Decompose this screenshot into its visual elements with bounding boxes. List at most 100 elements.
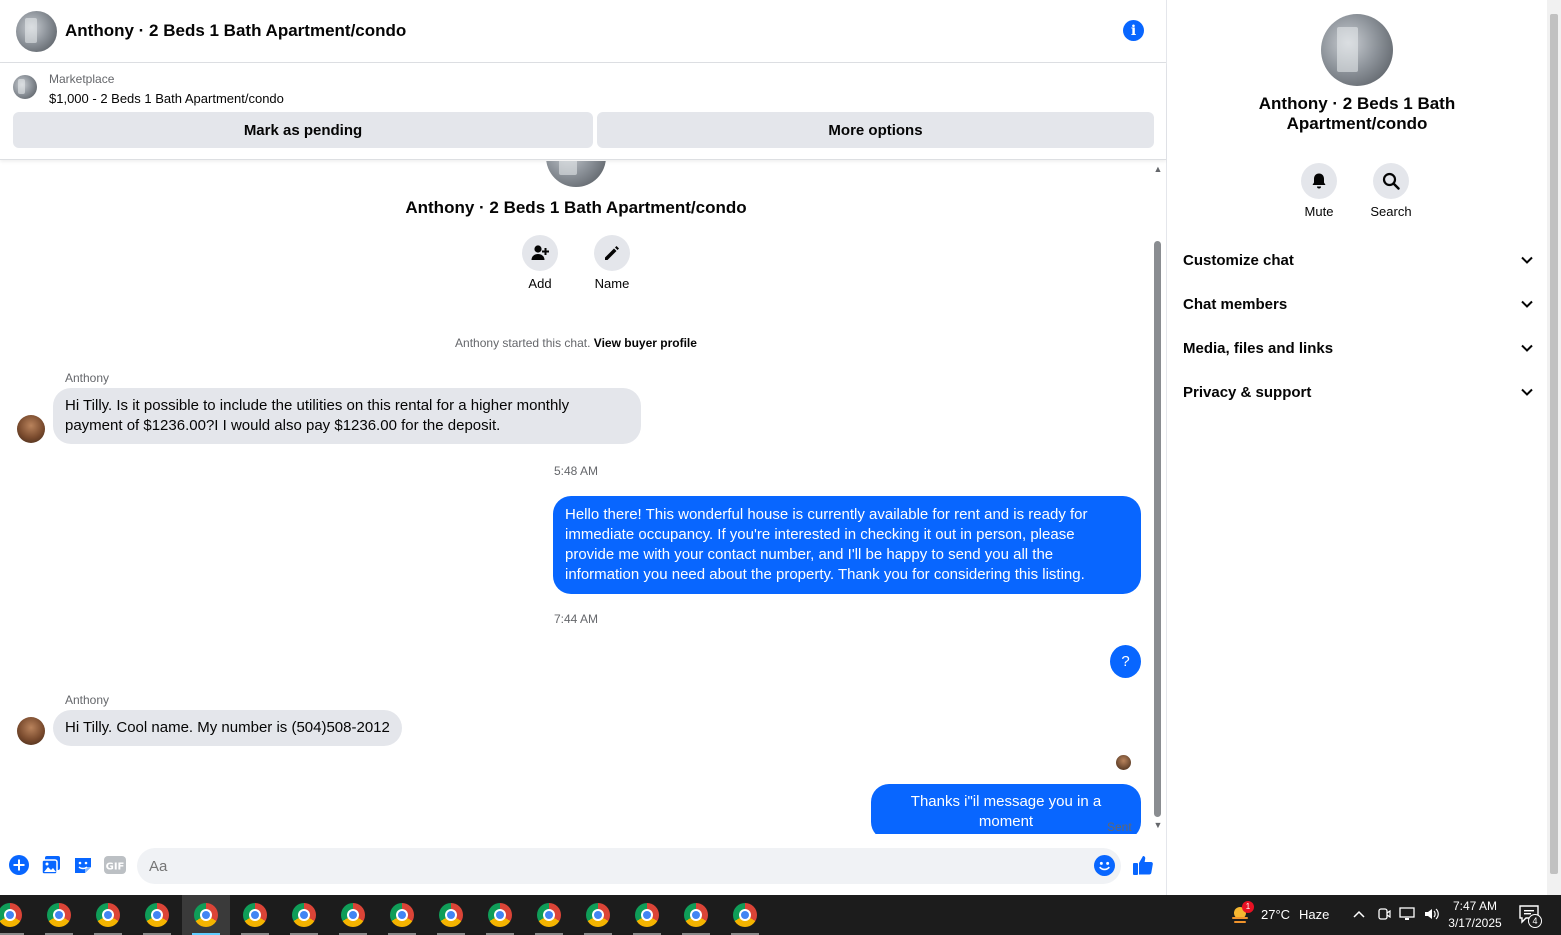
taskbar-chrome[interactable]: [329, 895, 377, 935]
edit-name-button[interactable]: [594, 235, 630, 271]
weather-badge: 1: [1242, 901, 1254, 913]
taskbar-chrome[interactable]: [476, 895, 524, 935]
emoji-icon[interactable]: [1093, 854, 1115, 876]
section-media-files-links[interactable]: Media, files and links: [1183, 336, 1533, 360]
notification-center-icon[interactable]: 4: [1518, 904, 1542, 928]
chrome-icon: [586, 903, 610, 927]
chrome-icon: [341, 903, 365, 927]
taskbar-chrome[interactable]: [280, 895, 328, 935]
chrome-icon: [292, 903, 316, 927]
taskbar-chrome[interactable]: [574, 895, 622, 935]
message-input[interactable]: [137, 848, 1121, 884]
chevron-up-icon[interactable]: [1352, 907, 1366, 926]
section-label: Chat members: [1183, 295, 1288, 313]
incoming-message[interactable]: Hi Tilly. Is it possible to include the …: [53, 388, 641, 444]
incoming-message[interactable]: Hi Tilly. Cool name. My number is (504)5…: [53, 710, 402, 746]
search-icon: [1382, 172, 1400, 190]
taskbar-chrome[interactable]: [525, 895, 573, 935]
composer-bar: GIF: [0, 840, 1166, 892]
clock-date[interactable]: 3/17/2025: [1445, 916, 1505, 930]
chevron-down-icon: [1521, 344, 1533, 352]
seen-by-avatar: [1116, 755, 1131, 770]
network-icon[interactable]: [1399, 906, 1417, 927]
add-people-button[interactable]: [522, 235, 558, 271]
listing-thumbnail[interactable]: [13, 75, 37, 99]
weather-icon[interactable]: 1: [1228, 901, 1254, 927]
message-line: Hello there! This wonderful house is cur…: [565, 506, 1088, 523]
window-scrollbar[interactable]: [1547, 0, 1561, 895]
taskbar-chrome[interactable]: [35, 895, 83, 935]
chrome-icon: [194, 903, 218, 927]
outgoing-message[interactable]: Hello there! This wonderful house is cur…: [553, 496, 1141, 594]
taskbar-chrome[interactable]: [672, 895, 720, 935]
chrome-icon: [537, 903, 561, 927]
message-scrollbar[interactable]: ▲ ▼: [1152, 161, 1164, 834]
message-line: payment of $1236.00?I I would also pay $…: [65, 417, 501, 434]
meet-now-icon[interactable]: [1377, 906, 1391, 927]
message-sender: Anthony: [65, 371, 110, 385]
chat-column: Anthony · 2 Beds 1 Bath Apartment/condo …: [0, 0, 1167, 895]
taskbar-chrome[interactable]: [623, 895, 671, 935]
message-list[interactable]: Anthony · 2 Beds 1 Bath Apartment/condo …: [0, 161, 1152, 834]
search-label: Search: [1370, 204, 1412, 219]
scroll-up-arrow[interactable]: ▲: [1152, 164, 1164, 174]
add-person-icon: [531, 245, 549, 260]
search-button[interactable]: [1373, 163, 1409, 199]
chat-title[interactable]: Anthony · 2 Beds 1 Bath Apartment/condo: [65, 21, 406, 41]
taskbar-chrome[interactable]: [427, 895, 475, 935]
mute-label: Mute: [1304, 204, 1334, 219]
taskbar-chrome[interactable]: [133, 895, 181, 935]
chrome-icon: [243, 903, 267, 927]
more-options-button[interactable]: More options: [597, 112, 1154, 148]
chrome-icon: [488, 903, 512, 927]
pencil-icon: [605, 246, 619, 260]
panel-title: Anthony · 2 Beds 1 Bath Apartment/condo: [1258, 94, 1456, 133]
taskbar-chrome[interactable]: [84, 895, 132, 935]
add-label: Add: [528, 276, 552, 291]
taskbar: 1 27°C Haze 7:47 AM 3/17/2025 4: [0, 895, 1561, 935]
section-chat-members[interactable]: Chat members: [1183, 292, 1533, 316]
message-sender: Anthony: [65, 693, 110, 707]
photo-icon[interactable]: [40, 854, 62, 876]
chrome-icon: [439, 903, 463, 927]
message-timestamp: 7:44 AM: [553, 612, 599, 626]
section-customize-chat[interactable]: Customize chat: [1183, 248, 1533, 272]
section-privacy-support[interactable]: Privacy & support: [1183, 380, 1533, 404]
taskbar-chrome[interactable]: [0, 895, 34, 935]
bell-icon: [1312, 173, 1326, 189]
mark-as-pending-button[interactable]: Mark as pending: [13, 112, 593, 148]
scroll-down-arrow[interactable]: ▼: [1152, 820, 1164, 830]
thumbs-up-icon[interactable]: [1132, 854, 1154, 876]
plus-icon[interactable]: [8, 854, 30, 876]
chat-started-text: Anthony started this chat.: [455, 336, 591, 350]
listing-avatar[interactable]: [16, 10, 57, 52]
section-label: Customize chat: [1183, 251, 1294, 269]
scroll-thumb[interactable]: [1154, 241, 1161, 817]
listing-name[interactable]: $1,000 - 2 Beds 1 Bath Apartment/condo: [49, 91, 284, 106]
gif-icon[interactable]: GIF: [104, 854, 126, 876]
clock-time[interactable]: 7:47 AM: [1445, 899, 1505, 913]
taskbar-chrome[interactable]: [231, 895, 279, 935]
taskbar-chrome[interactable]: [721, 895, 769, 935]
outgoing-message[interactable]: Thanks i"il message you in a moment: [871, 784, 1141, 834]
sender-avatar[interactable]: [17, 717, 45, 745]
sticker-icon[interactable]: [72, 854, 94, 876]
listing-kicker: Marketplace: [49, 72, 115, 86]
conversation-info-panel: Anthony · 2 Beds 1 Bath Apartment/condo …: [1167, 0, 1547, 895]
outgoing-message[interactable]: ?: [1110, 645, 1141, 678]
volume-icon[interactable]: [1423, 906, 1441, 927]
svg-text:GIF: GIF: [106, 862, 125, 873]
thread-avatar: [546, 161, 606, 187]
info-icon[interactable]: i: [1123, 20, 1144, 41]
taskbar-chrome-active[interactable]: [182, 895, 230, 935]
view-buyer-profile-link[interactable]: View buyer profile: [594, 336, 697, 350]
chevron-down-icon: [1521, 388, 1533, 396]
message-line: provide me with your contact number, and…: [565, 546, 1054, 563]
mute-button[interactable]: [1301, 163, 1337, 199]
weather-temp[interactable]: 27°C: [1261, 907, 1290, 922]
window-scroll-thumb[interactable]: [1550, 14, 1558, 874]
weather-desc[interactable]: Haze: [1299, 907, 1329, 922]
sender-avatar[interactable]: [17, 415, 45, 443]
taskbar-chrome[interactable]: [378, 895, 426, 935]
chrome-icon: [145, 903, 169, 927]
